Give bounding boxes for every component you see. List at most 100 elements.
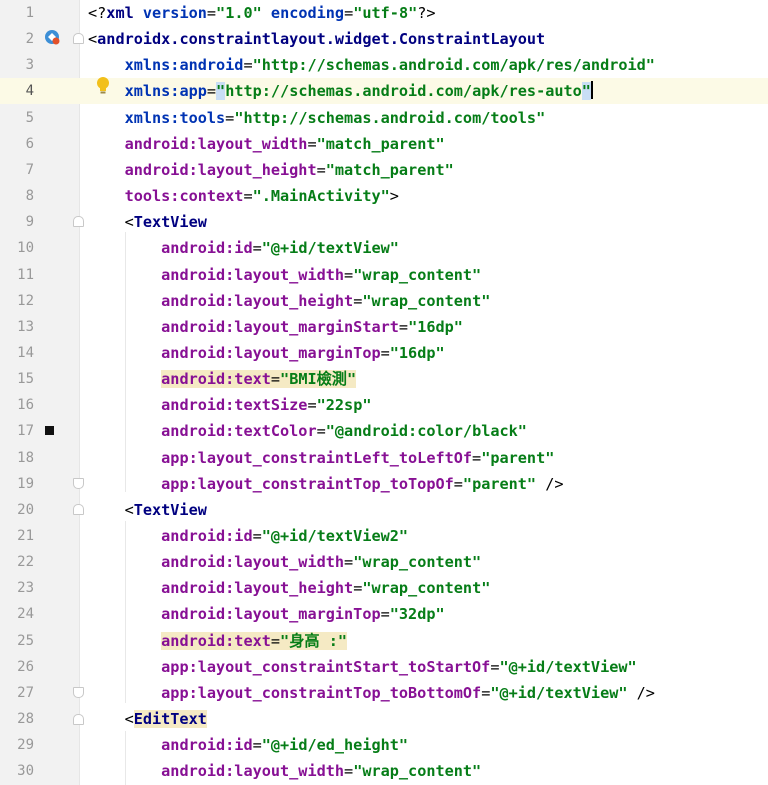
code-token: android:layout_width xyxy=(161,553,345,572)
code-token: version xyxy=(142,4,207,22)
code-text[interactable]: android:layout_marginStart="16dp" xyxy=(88,314,463,340)
code-text[interactable]: tools:context=".MainActivity"> xyxy=(88,183,399,209)
code-text[interactable]: android:layout_width="match_parent" xyxy=(88,131,445,157)
line-number: 3 xyxy=(25,57,34,74)
code-line[interactable]: 6 android:layout_width="match_parent" xyxy=(0,131,768,157)
code-line[interactable]: 28 <EditText xyxy=(0,706,768,732)
fold-marker[interactable] xyxy=(73,504,84,515)
code-text[interactable]: android:id="@+id/textView2" xyxy=(88,523,408,549)
fold-marker[interactable] xyxy=(73,714,84,725)
code-text[interactable]: android:id="@+id/textView" xyxy=(88,235,399,261)
code-line[interactable]: 17 android:textColor="@android:color/bla… xyxy=(0,418,768,444)
code-token: = xyxy=(472,448,482,467)
code-token: "身高 :" xyxy=(280,631,347,650)
code-line[interactable]: 18 app:layout_constraintLeft_toLeftOf="p… xyxy=(0,445,768,471)
code-text[interactable]: android:textSize="22sp" xyxy=(88,392,371,418)
code-text[interactable]: android:id="@+id/ed_height" xyxy=(88,732,408,758)
code-text[interactable]: xmlns:android="http://schemas.android.co… xyxy=(88,52,655,78)
code-text[interactable]: android:layout_width="wrap_content" xyxy=(88,549,481,575)
code-token: = xyxy=(344,762,354,781)
code-text[interactable]: android:textColor="@android:color/black" xyxy=(88,418,527,444)
code-line[interactable]: 8 tools:context=".MainActivity"> xyxy=(0,183,768,209)
code-line[interactable]: 5 xmlns:tools="http://schemas.android.co… xyxy=(0,105,768,131)
line-number: 24 xyxy=(17,606,34,623)
code-text[interactable]: android:layout_height="match_parent" xyxy=(88,157,454,183)
code-line[interactable]: 19 app:layout_constraintTop_toTopOf="par… xyxy=(0,471,768,497)
code-line[interactable]: 4 xmlns:app="http://schemas.android.com/… xyxy=(0,78,768,105)
code-token: < xyxy=(88,213,134,232)
code-text[interactable]: android:layout_width="wrap_content" xyxy=(88,262,481,288)
code-text[interactable]: <EditText xyxy=(88,706,207,732)
code-line[interactable]: 15 android:text="BMI檢測" xyxy=(0,366,768,392)
android-preview-icon[interactable] xyxy=(43,28,61,46)
line-number: 22 xyxy=(17,554,34,571)
code-line[interactable]: 11 android:layout_width="wrap_content" xyxy=(0,262,768,288)
line-number: 20 xyxy=(17,501,34,518)
fold-marker[interactable] xyxy=(73,216,84,227)
code-line[interactable]: 13 android:layout_marginStart="16dp" xyxy=(0,314,768,340)
code-line[interactable]: 23 android:layout_height="wrap_content" xyxy=(0,575,768,601)
code-line[interactable]: 2 <androidx.constraintlayout.widget.Const… xyxy=(0,26,768,52)
code-line[interactable]: 29 android:id="@+id/ed_height" xyxy=(0,732,768,758)
code-token: "wrap_content" xyxy=(362,291,491,310)
code-token: "wrap_content" xyxy=(353,265,482,284)
line-number: 4 xyxy=(25,83,34,100)
code-line[interactable]: 7 android:layout_height="match_parent" xyxy=(0,157,768,183)
code-text[interactable]: android:layout_width="wrap_content" xyxy=(88,758,481,784)
code-token: "@+id/textView2" xyxy=(261,527,409,545)
code-token: android:layout_height xyxy=(161,291,354,310)
fold-marker[interactable] xyxy=(73,687,84,698)
code-line[interactable]: 20 <TextView xyxy=(0,497,768,523)
code-line[interactable]: 24 android:layout_marginTop="32dp" xyxy=(0,601,768,627)
code-text[interactable]: xmlns:app="http://schemas.android.com/ap… xyxy=(88,78,593,104)
code-line[interactable]: 16 android:textSize="22sp" xyxy=(0,392,768,418)
code-token: = xyxy=(307,396,317,415)
code-line[interactable]: 22 android:layout_width="wrap_content" xyxy=(0,549,768,575)
code-text[interactable]: android:text="身高 :" xyxy=(88,628,347,654)
code-token: "@+id/textView" xyxy=(490,683,628,702)
code-line[interactable]: 14 android:layout_marginTop="16dp" xyxy=(0,340,768,366)
code-line[interactable]: 1 <?xml version="1.0" encoding="utf-8"?> xyxy=(0,0,768,26)
code-line[interactable]: 21 android:id="@+id/textView2" xyxy=(0,523,768,549)
code-text[interactable]: app:layout_constraintTop_toTopOf="parent… xyxy=(88,471,563,497)
code-line[interactable]: 3 xmlns:android="http://schemas.android.… xyxy=(0,52,768,78)
code-text[interactable]: <?xml version="1.0" encoding="utf-8"?> xyxy=(88,0,436,26)
code-line[interactable]: 12 android:layout_height="wrap_content" xyxy=(0,288,768,314)
code-text[interactable]: xmlns:tools="http://schemas.android.com/… xyxy=(88,105,546,131)
intention-bulb-icon[interactable] xyxy=(95,76,111,101)
code-text[interactable]: app:layout_constraintLeft_toLeftOf="pare… xyxy=(88,445,554,471)
code-line[interactable]: 9 <TextView xyxy=(0,209,768,235)
code-line[interactable]: 25 android:text="身高 :" xyxy=(0,628,768,654)
code-text[interactable]: android:text="BMI檢測" xyxy=(88,366,357,392)
code-text[interactable]: <androidx.constraintlayout.widget.Constr… xyxy=(88,26,545,52)
line-number: 21 xyxy=(17,528,34,544)
code-token: = xyxy=(344,4,354,22)
line-number: 8 xyxy=(25,188,34,205)
line-number: 27 xyxy=(17,684,34,701)
code-token: = xyxy=(344,553,354,572)
code-text[interactable]: android:layout_height="wrap_content" xyxy=(88,288,490,314)
code-text[interactable]: android:layout_height="wrap_content" xyxy=(88,575,490,601)
code-line[interactable]: 30 android:layout_width="wrap_content" xyxy=(0,758,768,784)
code-text[interactable]: android:layout_marginTop="32dp" xyxy=(88,601,444,627)
code-line[interactable]: 27 app:layout_constraintTop_toBottomOf="… xyxy=(0,680,768,706)
code-text[interactable]: app:layout_constraintStart_toStartOf="@+… xyxy=(88,654,636,680)
code-token: "wrap_content" xyxy=(362,579,491,598)
fold-marker[interactable] xyxy=(73,33,84,44)
color-swatch-icon[interactable] xyxy=(45,426,54,435)
code-text[interactable]: app:layout_constraintTop_toBottomOf="@+i… xyxy=(88,680,655,706)
code-text[interactable]: android:layout_marginTop="16dp" xyxy=(88,340,444,366)
code-text[interactable]: <TextView xyxy=(88,497,207,523)
code-token: = xyxy=(316,422,326,441)
code-token: "@+id/textView" xyxy=(261,239,399,258)
code-token: xmlns:app xyxy=(124,82,207,101)
code-text[interactable]: <TextView xyxy=(88,209,207,235)
code-token: = xyxy=(252,527,262,545)
code-line[interactable]: 10 android:id="@+id/textView" xyxy=(0,235,768,261)
code-editor[interactable]: 1 <?xml version="1.0" encoding="utf-8"?> 2… xyxy=(0,0,768,785)
fold-marker[interactable] xyxy=(73,478,84,489)
code-line[interactable]: 26 app:layout_constraintStart_toStartOf=… xyxy=(0,654,768,680)
line-number: 11 xyxy=(17,266,34,283)
